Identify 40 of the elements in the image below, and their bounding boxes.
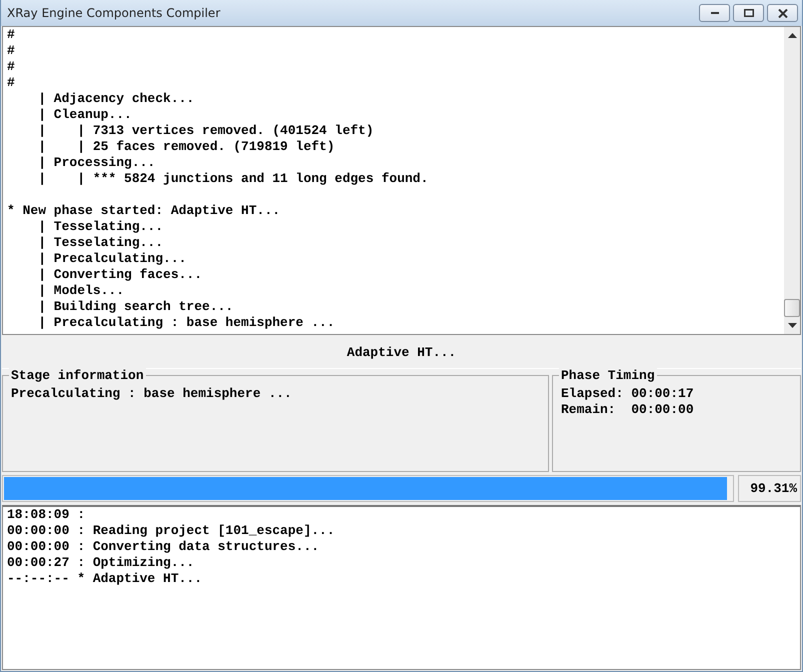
maximize-button[interactable] bbox=[733, 4, 764, 22]
log-line: | | 25 faces removed. (719819 left) bbox=[37, 139, 336, 155]
log-line: | | *** 5824 junctions and 11 long edges found. bbox=[37, 171, 430, 187]
close-icon bbox=[778, 8, 788, 18]
log-line: | Precalculating... bbox=[37, 251, 188, 267]
log-line: | Converting faces... bbox=[37, 267, 204, 283]
group-title: Phase Timing bbox=[559, 368, 657, 384]
log-line: | Building search tree... bbox=[37, 299, 234, 315]
group-title: Stage information bbox=[9, 368, 146, 384]
maximize-icon bbox=[744, 9, 754, 17]
timing-line: Elapsed: 00:00:17 bbox=[561, 386, 695, 402]
log-line: * New phase started: Adaptive HT... bbox=[7, 203, 282, 219]
log-line: | Processing... bbox=[37, 155, 156, 171]
stage-text: Precalculating : base hemisphere ... bbox=[11, 386, 293, 402]
scrollbar[interactable] bbox=[784, 27, 800, 334]
history-line: 00:00:00 : Reading project [101_escape]... bbox=[7, 523, 336, 539]
log-line: # bbox=[7, 27, 16, 43]
history-line: 00:00:27 : Optimizing... bbox=[7, 555, 196, 571]
log-line: # bbox=[7, 59, 16, 75]
minimize-icon bbox=[710, 12, 718, 14]
log-line: | Models... bbox=[37, 283, 126, 299]
log-line: | Precalculating : base hemisphere ... bbox=[37, 315, 336, 331]
log-line: | | 7313 vertices removed. (401524 left) bbox=[37, 123, 375, 139]
log-line: | Cleanup... bbox=[37, 107, 133, 123]
log-line: # bbox=[7, 75, 16, 91]
timing-line: Remain: 00:00:00 bbox=[561, 402, 695, 418]
history-line: --:--:-- * Adaptive HT... bbox=[7, 571, 204, 587]
history-line: 18:08:09 : bbox=[7, 507, 86, 523]
log-line: # bbox=[7, 43, 16, 59]
progress-percent: 99.31% bbox=[738, 475, 801, 502]
scroll-down-icon[interactable] bbox=[788, 323, 796, 328]
scroll-up-icon[interactable] bbox=[788, 33, 796, 38]
log-line: | Adjacency check... bbox=[37, 91, 196, 107]
history-line: 00:00:00 : Converting data structures... bbox=[7, 539, 320, 555]
close-button[interactable] bbox=[767, 4, 798, 22]
minimize-button[interactable] bbox=[699, 4, 730, 22]
scroll-thumb[interactable] bbox=[784, 299, 800, 317]
log-line: | Tesselating... bbox=[37, 219, 164, 235]
window-title: XRay Engine Components Compiler bbox=[7, 6, 220, 20]
log-line: | Tesselating... bbox=[37, 235, 164, 251]
